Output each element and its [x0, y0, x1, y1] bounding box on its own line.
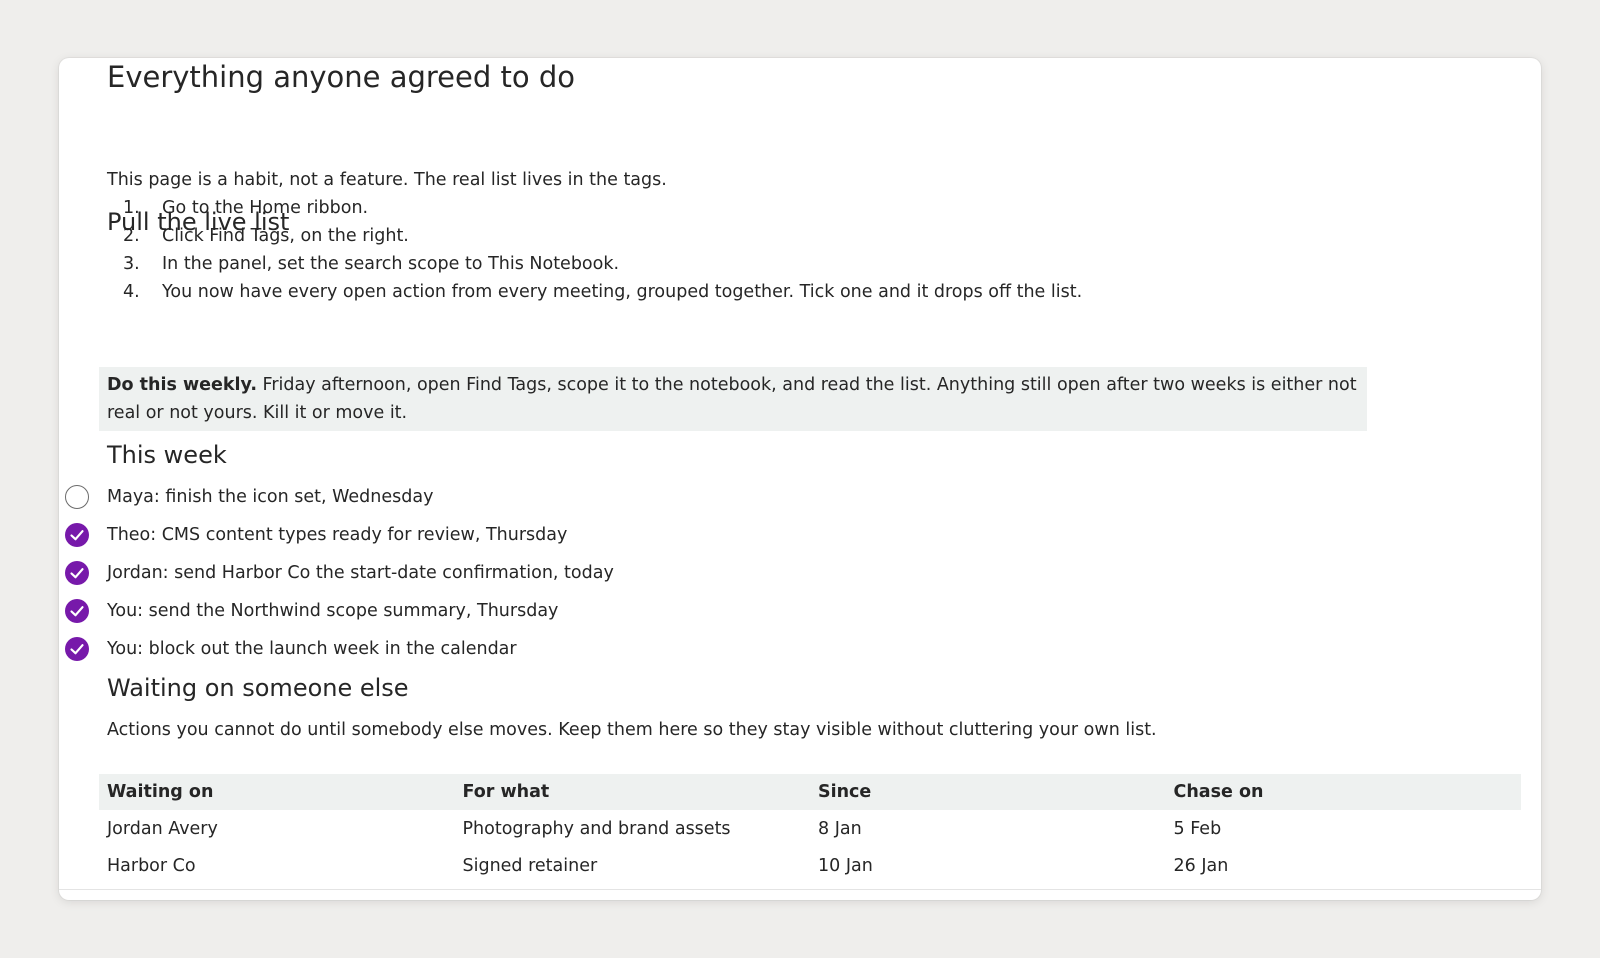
step-number: 1.: [123, 198, 140, 218]
table-row: Jordan Avery Photography and brand asset…: [99, 810, 1521, 847]
step-item[interactable]: 1. Go to the Home ribbon.: [107, 194, 1082, 222]
step-item[interactable]: 2. Click Find Tags, on the right.: [107, 222, 1082, 250]
step-item[interactable]: 4. You now have every open action from ev…: [107, 278, 1082, 306]
step-number: 3.: [123, 254, 140, 274]
step-text: You now have every open action from ever…: [162, 282, 1083, 302]
table-cell[interactable]: Harbor Co: [99, 847, 455, 884]
checkmark-circle-icon[interactable]: [65, 599, 89, 623]
table-cell[interactable]: 10 Jan: [810, 847, 1166, 884]
col-header-since[interactable]: Since: [810, 774, 1166, 810]
heading-this-week[interactable]: This week: [107, 441, 227, 469]
checkmark-circle-icon[interactable]: [65, 637, 89, 661]
todo-text: Theo: CMS content types ready for review…: [107, 525, 568, 545]
col-header-waiting-on[interactable]: Waiting on: [99, 774, 455, 810]
table-cell[interactable]: 5 Feb: [1166, 810, 1522, 847]
callout-body: Friday afternoon, open Find Tags, scope …: [107, 375, 1357, 423]
page-intro[interactable]: This page is a habit, not a feature. The…: [107, 168, 667, 192]
step-text: In the panel, set the search scope to Th…: [162, 254, 620, 274]
step-number: 4.: [123, 282, 140, 302]
weekly-callout-text[interactable]: Do this weekly. Friday afternoon, open F…: [107, 371, 1357, 427]
table-cell[interactable]: Photography and brand assets: [455, 810, 811, 847]
checkmark-circle-icon[interactable]: [65, 561, 89, 585]
table-header-row: Waiting on For what Since Chase on: [99, 774, 1521, 810]
waiting-table: Waiting on For what Since Chase on Jorda…: [99, 774, 1521, 884]
todo-text: You: send the Northwind scope summary, T…: [107, 601, 559, 621]
step-item[interactable]: 3. In the panel, set the search scope to …: [107, 250, 1082, 278]
page-title[interactable]: Everything anyone agreed to do: [107, 60, 575, 94]
step-text: Go to the Home ribbon.: [162, 198, 369, 218]
step-number: 2.: [123, 226, 140, 246]
callout-bold-lead: Do this weekly.: [107, 375, 257, 395]
table-cell[interactable]: Jordan Avery: [99, 810, 455, 847]
heading-waiting[interactable]: Waiting on someone else: [107, 674, 409, 702]
col-header-for-what[interactable]: For what: [454, 774, 810, 810]
todo-text: Jordan: send Harbor Co the start-date co…: [107, 563, 614, 583]
steps-list: 1. Go to the Home ribbon. 2. Click Find Ta…: [107, 194, 1082, 306]
todo-text: Maya: finish the icon set, Wednesday: [107, 487, 434, 507]
waiting-intro[interactable]: Actions you cannot do until somebody els…: [107, 718, 1157, 742]
table-cell[interactable]: 26 Jan: [1166, 847, 1522, 884]
table-row: Harbor Co Signed retainer 10 Jan 26 Jan: [99, 847, 1521, 884]
todo-text: You: block out the launch week in the ca…: [107, 639, 517, 659]
col-header-chase-on[interactable]: Chase on: [1165, 774, 1521, 810]
checkmark-circle-icon[interactable]: [65, 523, 89, 547]
note-page: Everything anyone agreed to do This page…: [59, 58, 1541, 900]
table-cell[interactable]: 8 Jan: [810, 810, 1166, 847]
empty-circle-icon[interactable]: [65, 485, 89, 509]
step-text: Click Find Tags, on the right.: [162, 226, 409, 246]
table-cell[interactable]: Signed retainer: [455, 847, 811, 884]
